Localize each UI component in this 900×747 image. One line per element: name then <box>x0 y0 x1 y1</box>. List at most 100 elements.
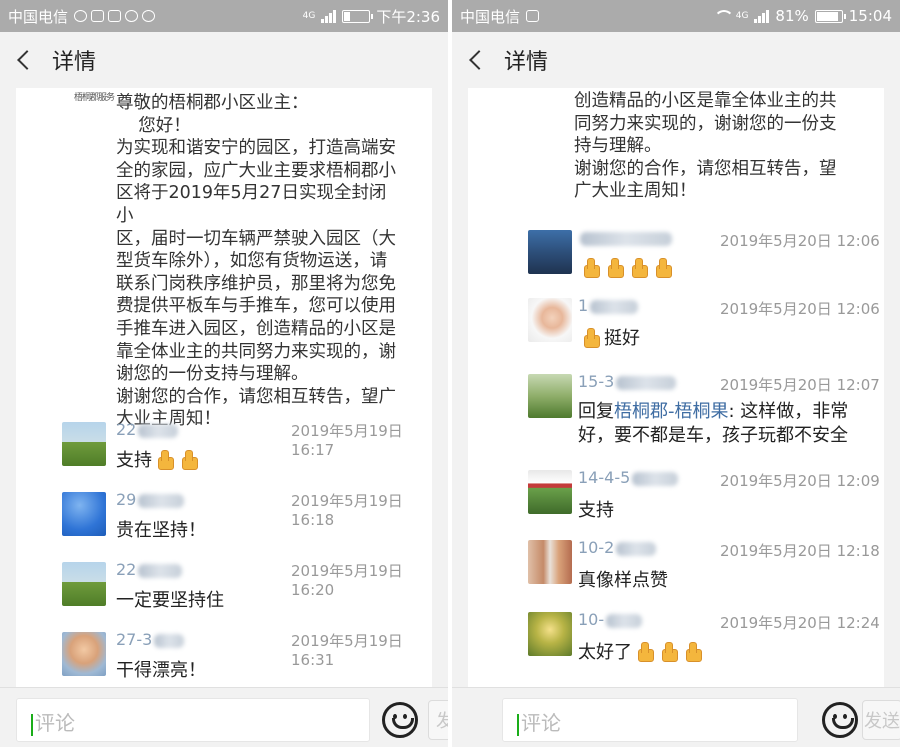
commenter-name[interactable]: 10-2 <box>578 538 657 557</box>
comment-bar: 评论 发送 <box>0 687 448 747</box>
emoji-icon[interactable] <box>382 702 418 738</box>
content-area[interactable]: 创造精品的小区是靠全体业主的共 同努力来实现的，谢谢您的一份支 持与理解。 谢谢… <box>452 88 900 687</box>
thumbs-up-group <box>580 326 604 348</box>
clock-label: 下午2:36 <box>376 7 440 26</box>
header: 详情 <box>0 32 448 88</box>
thumbs-up-icon <box>604 256 626 278</box>
commenter-name[interactable] <box>578 228 672 247</box>
notification-icons <box>526 10 540 22</box>
battery-percent: 81% <box>775 7 809 25</box>
send-button[interactable]: 发送 <box>862 700 900 740</box>
face-icon <box>125 10 139 22</box>
comment-text: 贵在坚持！ <box>116 520 206 541</box>
comment-time: 2019年5月20日 12:18 <box>720 542 880 560</box>
post-avatar: 梧桐郡服务 <box>74 88 118 102</box>
record-icon <box>142 10 156 22</box>
comment-item: 15-3 2019年5月20日 12:07 回复梧桐郡-梧桐果: 这样做，非常 … <box>468 370 884 462</box>
avatar[interactable] <box>62 492 106 536</box>
post-body: 尊敬的梧桐郡小区业主： 您好！ 为实现和谐安宁的园区，打造高端安 全的家园，应广… <box>116 93 396 430</box>
thumbs-up-icon <box>154 448 176 470</box>
thumbs-up-icon <box>580 256 602 278</box>
comment-time: 2019年5月20日 12:09 <box>720 472 880 490</box>
avatar[interactable] <box>528 540 572 584</box>
comment-item: 10-2 2019年5月20日 12:18 真像样点赞 <box>468 536 884 606</box>
battery-icon <box>814 9 846 23</box>
comment-text: 干得漂亮！ <box>116 660 206 681</box>
avatar[interactable] <box>528 230 572 274</box>
comment-time: 2019年5月19日 16:31 <box>291 632 403 669</box>
comment-item: 2019年5月20日 12:06 <box>468 226 884 296</box>
comment-time: 2019年5月20日 12:06 <box>720 232 880 250</box>
signal-icon <box>754 9 770 23</box>
network-type: 4G <box>735 10 749 21</box>
thumbs-up-group <box>154 448 202 470</box>
avatar[interactable] <box>528 298 572 342</box>
comment-input[interactable]: 评论 <box>502 698 798 742</box>
network-type: 4G <box>302 10 316 21</box>
comment-time: 2019年5月19日 16:18 <box>291 492 403 529</box>
avatar[interactable] <box>62 422 106 466</box>
avatar[interactable] <box>528 470 572 514</box>
thumbs-up-group <box>580 256 676 278</box>
notification-icons <box>74 10 156 22</box>
comment-text: 一定要坚持住 <box>116 590 224 611</box>
commenter-name[interactable]: 14-4-5 <box>578 468 679 487</box>
comment-item: 29 2019年5月19日 16:18 贵在坚持！ <box>16 488 432 558</box>
back-arrow-icon[interactable] <box>14 48 38 72</box>
mail-icon <box>108 10 122 22</box>
post-avatar-logo: 梧桐郡服务 <box>74 93 115 102</box>
thumbs-up-icon <box>580 326 602 348</box>
wifi-icon <box>713 10 734 22</box>
comment-item: 10- 2019年5月20日 12:24 太好了 <box>468 608 884 678</box>
comment-input[interactable]: 评论 <box>16 698 370 742</box>
comment-text: 支持 <box>116 446 202 472</box>
comment-time: 2019年5月20日 12:07 <box>720 376 880 394</box>
send-button[interactable]: 发送 <box>428 700 448 740</box>
comment-text: 支持 <box>578 500 614 521</box>
mail-icon <box>526 10 540 22</box>
post-card: 梧桐郡服务 尊敬的梧桐郡小区业主： 您好！ 为实现和谐安宁的园区，打造高端安 全… <box>16 88 432 687</box>
post-body: 创造精品的小区是靠全体业主的共 同努力来实现的，谢谢您的一份支 持与理解。 谢谢… <box>574 91 837 202</box>
avatar[interactable] <box>62 562 106 606</box>
right-screen: 中国电信 4G 81% 15:04 详情 创造精品的小区是靠全体业主的共 同努力… <box>452 0 900 747</box>
comment-text <box>578 256 676 278</box>
content-area[interactable]: 梧桐郡服务 尊敬的梧桐郡小区业主： 您好！ 为实现和谐安宁的园区，打造高端安 全… <box>0 88 448 687</box>
comment-text: 挺好 <box>578 324 640 350</box>
carrier-label: 中国电信 <box>460 7 521 26</box>
thumbs-up-icon <box>628 256 650 278</box>
comment-time: 2019年5月20日 12:06 <box>720 300 880 318</box>
thumbs-up-icon <box>682 640 704 662</box>
avatar[interactable] <box>528 374 572 418</box>
thumbs-up-icon <box>178 448 200 470</box>
comment-item: 27-3 2019年5月19日 16:31 干得漂亮！ <box>16 628 432 687</box>
comment-item: 22 2019年5月19日 16:20 一定要坚持住 <box>16 558 432 628</box>
comment-item: 1 2019年5月20日 12:06 挺好 <box>468 294 884 364</box>
avatar[interactable] <box>528 612 572 656</box>
reply-to-link[interactable]: 梧桐郡-梧桐果 <box>614 401 729 422</box>
commenter-name[interactable]: 15-3 <box>578 372 677 391</box>
left-screen: 中国电信 4G 下午2:36 详情 梧桐郡服务 尊敬的梧桐郡小区业主： 您好！ … <box>0 0 448 747</box>
carrier-label: 中国电信 <box>8 7 69 26</box>
commenter-name[interactable]: 22 <box>116 420 179 439</box>
comment-text: 太好了 <box>578 638 706 664</box>
commenter-name[interactable]: 27-3 <box>116 630 185 649</box>
back-arrow-icon[interactable] <box>466 48 490 72</box>
comment-time: 2019年5月20日 12:24 <box>720 614 880 632</box>
thumbs-up-icon <box>634 640 656 662</box>
thumbs-up-icon <box>652 256 674 278</box>
status-bar: 中国电信 4G 81% 15:04 <box>452 0 900 32</box>
emoji-icon[interactable] <box>822 702 858 738</box>
status-bar: 中国电信 4G 下午2:36 <box>0 0 448 32</box>
thumbs-up-group <box>634 640 706 662</box>
post-card: 创造精品的小区是靠全体业主的共 同努力来实现的，谢谢您的一份支 持与理解。 谢谢… <box>468 88 884 687</box>
comment-time: 2019年5月19日 16:20 <box>291 562 403 599</box>
thumbs-up-icon <box>658 640 680 662</box>
commenter-name[interactable]: 22 <box>116 560 183 579</box>
battery-icon <box>342 9 374 23</box>
comment-time: 2019年5月19日 16:17 <box>291 422 403 459</box>
commenter-name[interactable]: 10- <box>578 610 643 629</box>
commenter-name[interactable]: 29 <box>116 490 185 509</box>
avatar[interactable] <box>62 632 106 676</box>
comment-item: 14-4-5 2019年5月20日 12:09 支持 <box>468 466 884 536</box>
commenter-name[interactable]: 1 <box>578 296 639 315</box>
